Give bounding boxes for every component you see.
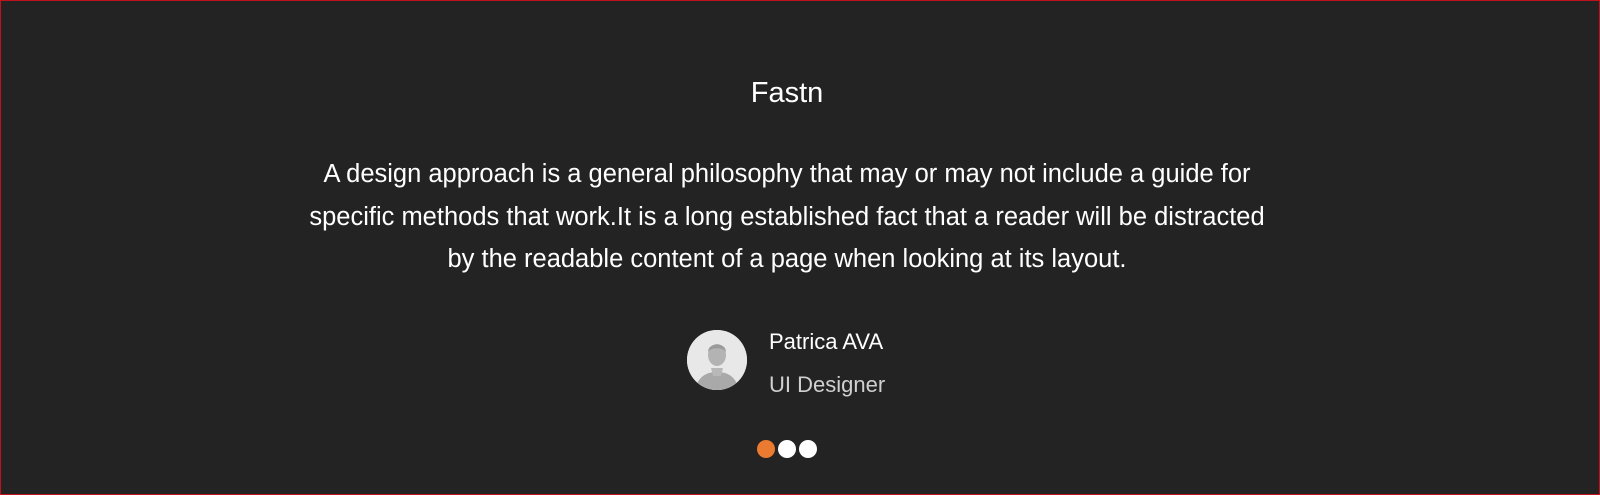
testimonial-quote: A design approach is a general philosoph… — [261, 153, 1313, 281]
quote-line: by the readable content of a page when l… — [447, 245, 1127, 273]
testimonial-section: Fastn A design approach is a general phi… — [0, 0, 1600, 495]
carousel-dot-2[interactable] — [778, 440, 796, 458]
author-role: UI Designer — [769, 372, 886, 397]
author-name: Patrica AVA — [769, 329, 884, 354]
carousel-dot-3[interactable] — [799, 440, 817, 458]
quote-line: A design approach is a general philosoph… — [323, 160, 1251, 188]
testimonial-author: Patrica AVA UI Designer — [687, 329, 927, 397]
quote-line: specific methods that work.It is a long … — [309, 202, 1265, 231]
carousel-dot-1[interactable] — [757, 440, 775, 458]
brand-title: Fastn — [750, 77, 824, 109]
avatar — [687, 330, 747, 390]
user-silhouette-icon — [687, 330, 747, 390]
